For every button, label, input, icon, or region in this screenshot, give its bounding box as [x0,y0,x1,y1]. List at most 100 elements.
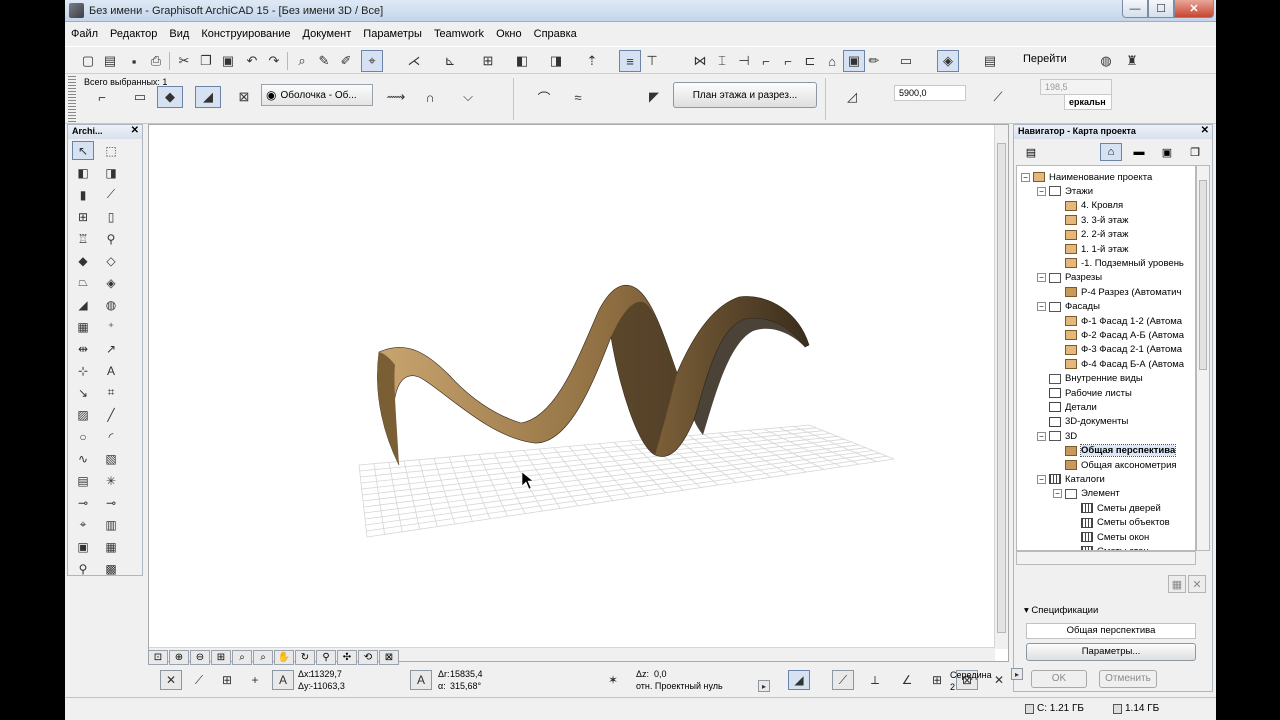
expand-toggle-icon[interactable]: − [1037,273,1046,283]
pan-icon[interactable]: ✋ [274,650,294,665]
distribute-icon[interactable]: ◨ [545,50,567,72]
minimize-button[interactable]: — [1122,0,1148,18]
angle-constraint-icon[interactable]: ∠ [896,670,918,690]
tree-item[interactable]: -1. Подземный уровень [1053,256,1184,270]
shell-contour-icon[interactable]: ⌒ [531,86,557,108]
3d-viewport[interactable] [148,124,1009,662]
snap-menu-icon[interactable]: ▸ [1011,668,1023,680]
find-select-icon[interactable]: ⌕ [291,50,313,72]
delete-item-icon[interactable]: ✕ [1188,575,1206,593]
redo-icon[interactable]: ↷ [263,50,285,72]
tree-item[interactable]: 3D-документы [1037,415,1128,429]
column-tool-icon[interactable]: ◨ [100,163,122,182]
project-map-tab-icon[interactable]: ⌂ [1100,143,1122,161]
level-dim-tool-icon[interactable]: ⇹ [72,339,94,358]
pick-up-icon[interactable]: ✎ [313,50,335,72]
tree-item[interactable]: − 3D [1037,429,1077,443]
elevation-tool-icon[interactable]: ⊸ [100,493,122,512]
project-tree-vertical-scrollbar[interactable] [1196,165,1210,551]
viewport-vertical-thumb[interactable] [997,143,1006,633]
roof-tool-icon[interactable]: ⏢ [72,273,94,292]
thickness-icon[interactable]: ◿ [839,86,865,108]
grid-element-tool-icon[interactable]: ▩ [100,559,122,578]
shell-element[interactable] [377,284,810,466]
new-file-icon[interactable]: ▢ [77,50,99,72]
tree-item[interactable]: Сметы стен [1069,544,1149,550]
roof-multi-icon[interactable]: ◈ [100,273,122,292]
tree-item[interactable]: 3. 3-й этаж [1053,213,1128,227]
ruler-icon[interactable]: ⟋ [188,670,210,690]
publisher-tab-icon[interactable]: ❐ [1184,143,1206,161]
expand-toggle-icon[interactable]: − [1037,302,1046,312]
spline-tool-icon[interactable]: ∿ [72,449,94,468]
navigator-menu-icon[interactable]: ▤ [1018,143,1044,161]
radial-dim-tool-icon[interactable]: ↗ [100,339,122,358]
zoom-window-icon[interactable]: ⊡ [148,650,168,665]
split-icon[interactable]: ⊣ [733,50,755,72]
menu-help[interactable]: Справка [528,28,583,40]
layout-book-tab-icon[interactable]: ▣ [1156,143,1178,161]
tree-item[interactable]: Ф-1 Фасад 1-2 (Автома [1053,314,1182,328]
menu-design[interactable]: Конструирование [195,28,296,40]
window-3d-icon[interactable]: ◈ [937,50,959,72]
detail-tool-icon[interactable]: ▣ [72,537,94,556]
cursor-snap-icon[interactable]: ⊾ [439,50,461,72]
current-view-field[interactable]: Общая перспектива [1026,623,1196,639]
roof-icon[interactable]: ⌂ [821,50,843,72]
perpendicular-icon[interactable]: ⟂ [864,670,886,690]
z-axis-icon[interactable]: ✶ [602,670,624,690]
extruded-shell-icon[interactable]: ⟿ [383,86,409,108]
label-tool-icon[interactable]: ↘ [72,383,94,402]
tree-item[interactable]: Ф-3 Фасад 2-1 (Автома [1053,343,1182,357]
view-map-tab-icon[interactable]: ▬ [1128,143,1150,161]
lock-x-icon[interactable]: A [272,670,294,690]
snap-guides-icon[interactable]: ⋌ [403,50,425,72]
inject-icon[interactable]: ✐ [335,50,357,72]
change-tool-icon[interactable]: ▦ [100,537,122,556]
tree-item[interactable]: − Фасады [1037,300,1100,314]
magic-wand-icon[interactable]: ◢ [788,670,810,690]
expand-toggle-icon[interactable]: − [1037,186,1046,196]
tree-item[interactable]: Ф-2 Фасад А-Б (Автома [1053,328,1184,342]
print-icon[interactable]: ⎙ [145,50,167,72]
door-tool-icon[interactable]: ▯ [100,207,122,226]
angle-field[interactable]: 198,5 [1040,79,1112,95]
marquee-tool-icon[interactable]: ⬚ [100,141,122,160]
element-settings-icon[interactable]: ⊠ [231,86,257,108]
tree-item[interactable]: 2. 2-й этаж [1053,228,1128,242]
menu-options[interactable]: Параметры [357,28,428,40]
zoom-out-icon[interactable]: ⊖ [190,650,210,665]
tree-item[interactable]: 4. Кровля [1053,199,1123,213]
info-box-grip[interactable] [68,76,76,122]
zone-tool-icon[interactable]: ⌗ [100,383,122,402]
walk-icon[interactable]: ♜ [1121,50,1143,72]
object-tool-icon[interactable]: ♖ [72,229,94,248]
figure-tool-icon[interactable]: ▧ [100,449,122,468]
shell-shape-icon[interactable]: ◢ [195,86,221,108]
maximize-button[interactable]: ☐ [1148,0,1174,18]
parameters-button[interactable]: Параметры... [1026,643,1196,661]
magnify-icon[interactable]: ⌕ [232,650,252,665]
intersect-icon[interactable]: ⌐ [777,50,799,72]
project-tree-vertical-thumb[interactable] [1199,180,1207,370]
skylight-tool-icon[interactable]: ◍ [100,295,122,314]
shell-hole-icon[interactable]: ≈ [565,86,591,108]
globe-icon[interactable]: ◍ [1095,50,1117,72]
arc-tool-icon[interactable]: ◜ [100,427,122,446]
fillet-icon[interactable]: ⌐ [755,50,777,72]
tree-item[interactable]: Детали [1037,400,1097,414]
drawing-tool-icon[interactable]: ▤ [72,471,94,490]
geometry-method-icon[interactable]: ⌐ [89,86,115,108]
hotspot-tool-icon[interactable]: ✳ [100,471,122,490]
tree-item[interactable]: − Этажи [1037,184,1093,198]
shell-method-icon[interactable]: ◆ [157,86,183,108]
gravity-icon[interactable]: ⌖ [361,50,383,72]
zoom-in-icon[interactable]: ⊕ [169,650,189,665]
navigate-icon[interactable]: ✣ [337,650,357,665]
adjust-icon[interactable]: ⊏ [799,50,821,72]
open-file-icon[interactable]: ▤ [99,50,121,72]
ok-button[interactable]: OK [1031,670,1087,688]
circle-tool-icon[interactable]: ○ [72,427,94,446]
cancel-button[interactable]: Отменить [1099,670,1157,688]
menu-teamwork[interactable]: Teamwork [428,28,490,40]
